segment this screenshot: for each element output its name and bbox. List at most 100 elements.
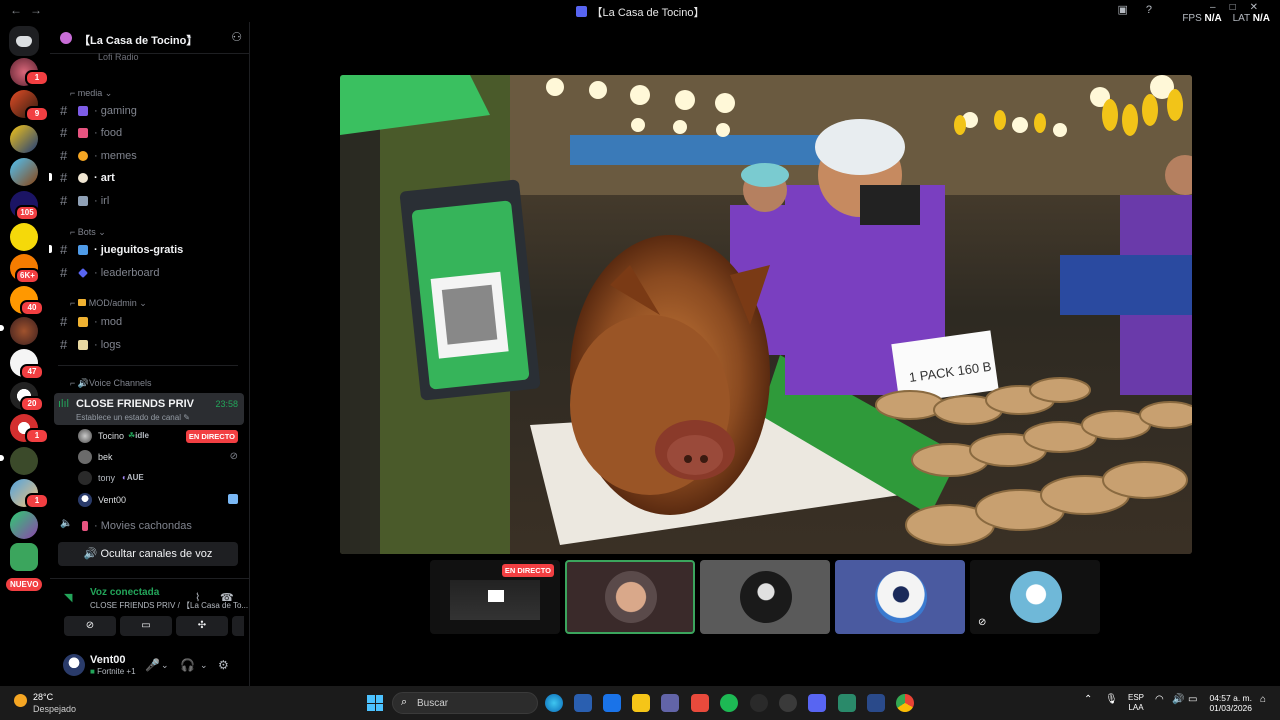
xbox-icon[interactable] (750, 694, 768, 712)
tile-participant[interactable]: ⊘ (970, 560, 1100, 634)
channel-item[interactable]: # · gaming (58, 101, 244, 121)
tray-chevron-up-icon[interactable]: ⌃ (1084, 694, 1092, 705)
unread-badge: 1 (25, 428, 49, 444)
file-explorer-icon[interactable] (632, 694, 650, 712)
inbox-icon[interactable]: ▣ (1117, 4, 1145, 16)
store-icon[interactable] (574, 694, 592, 712)
volume-icon[interactable]: 🔊 (1172, 694, 1184, 705)
notification-icon[interactable]: ⌂ (1260, 694, 1266, 705)
disconnect-icon[interactable]: ☎ (220, 591, 234, 604)
weather-widget[interactable]: 28°C Despejado (12, 692, 82, 716)
username[interactable]: Vent00 (90, 654, 125, 666)
activities-button[interactable]: ✣ (176, 616, 228, 636)
chevron-down-icon[interactable]: ⌄ (161, 660, 169, 671)
voice-user[interactable]: Vent00 (78, 490, 244, 510)
server-icon[interactable] (10, 511, 38, 539)
channel-name: Lofi Radio (98, 52, 139, 62)
server-icon[interactable] (10, 447, 38, 475)
discord-taskbar-icon[interactable] (808, 694, 826, 712)
camera-off-button[interactable]: ⊘ (64, 616, 116, 636)
tile-participant-selected[interactable] (565, 560, 695, 634)
channel-item[interactable]: # · mod (58, 312, 244, 332)
chevron-down-icon[interactable]: ⌄ (200, 660, 208, 671)
voice-connected-title[interactable]: Voz conectada (90, 587, 159, 598)
minimize-button[interactable]: – (1210, 2, 1230, 13)
microphone-icon[interactable]: 🎤 (145, 658, 160, 672)
channel-item[interactable]: # · logs (58, 335, 244, 355)
close-button[interactable]: ✕ (1250, 2, 1272, 13)
tile-participant[interactable] (835, 560, 965, 634)
teams-icon[interactable] (661, 694, 679, 712)
channel-item[interactable]: # · irl (58, 191, 244, 211)
wifi-icon[interactable]: ◠ (1155, 694, 1164, 705)
spotify-icon[interactable] (720, 694, 738, 712)
channel-status[interactable]: Establece un estado de canal ✎ (76, 413, 190, 422)
channel-item[interactable]: # · food (58, 123, 244, 143)
titlebar-icons[interactable]: ▣? (1117, 3, 1170, 16)
hide-voice-channels-button[interactable]: 🔊 Ocultar canales de voz (58, 542, 238, 566)
divider (58, 365, 238, 366)
new-badge: NUEVO (6, 578, 43, 591)
voice-channel-active[interactable]: ılıl CLOSE FRIENDS PRIV 23:58 Establece … (54, 393, 244, 425)
channel-name: · Movies cachondas (94, 520, 192, 532)
server-header[interactable]: 【La Casa de Tocino】 ⌄ ⚇ (50, 22, 250, 54)
outlook-icon[interactable] (603, 694, 621, 712)
activity-tag: ◐AUE (122, 473, 144, 482)
hashtag-icon: # (60, 242, 68, 257)
tile-participant[interactable] (700, 560, 830, 634)
brave-icon[interactable] (691, 694, 709, 712)
voice-user[interactable]: bek ⊘ (78, 447, 244, 467)
category-mod[interactable]: ⌐ MOD/admin ⌄ (70, 298, 147, 309)
channel-item[interactable]: # · memes (58, 146, 244, 166)
activity-tag-text: AUE (126, 473, 144, 482)
server-icon[interactable] (10, 125, 38, 153)
channel-item[interactable]: # · art (49, 168, 244, 188)
voice-user[interactable]: Tocino ☘idle EN DIRECTO (78, 426, 244, 446)
os-taskbar: 28°C Despejado ⌕ Buscar ⌃ 🎙 ESP LAA ◠ 🔊 ▭… (0, 686, 1280, 720)
help-icon[interactable]: ? (1146, 4, 1170, 16)
channel-item[interactable]: # · jueguitos-gratis (49, 240, 244, 260)
soundboard-button[interactable] (232, 616, 244, 636)
battery-icon[interactable]: ▭ (1188, 694, 1197, 705)
server-icon[interactable] (10, 223, 38, 251)
voice-active-icon: ılıl (58, 398, 69, 410)
microphone-tray-icon[interactable]: 🎙 (1105, 694, 1118, 705)
qr-payment-sign (399, 179, 541, 401)
app-icon[interactable] (779, 694, 797, 712)
voice-user[interactable]: tony ◐AUE (78, 468, 244, 488)
edge-icon[interactable] (545, 694, 563, 712)
headphones-icon[interactable]: 🎧 (180, 658, 195, 672)
direct-messages-button[interactable] (9, 26, 39, 56)
app-icon[interactable] (867, 694, 885, 712)
screen-share-button[interactable]: ▭ (120, 616, 172, 636)
search-box[interactable]: ⌕ Buscar (392, 692, 538, 714)
category-media[interactable]: ⌐ media ⌄ (70, 88, 112, 99)
channel-status-text: Establece un estado de canal (76, 413, 181, 422)
pencil-icon: ✎ (183, 413, 190, 422)
noise-suppression-icon[interactable]: ⌇ (195, 591, 200, 604)
server-icon[interactable] (10, 158, 38, 186)
language-indicator[interactable]: ESP LAA (1128, 693, 1144, 713)
chevron-down-icon[interactable]: ⌄ (185, 31, 193, 42)
add-member-icon[interactable]: ⚇ (231, 30, 242, 44)
stream-video[interactable]: 1 PACK 160 B (340, 75, 1192, 554)
voice-channel-item[interactable]: 🔈 · Movies cachondas (58, 516, 244, 536)
tile-stream-preview[interactable]: EN DIRECTO (430, 560, 560, 634)
window-controls[interactable]: –□✕ (1210, 2, 1272, 13)
voice-user-name: Tocino (98, 431, 125, 441)
system-clock[interactable]: 04:57 a. m. 01/03/2026 (1204, 693, 1252, 713)
chrome-icon[interactable] (896, 694, 914, 712)
channel-item[interactable]: Lofi Radio (58, 52, 244, 72)
signal-icon[interactable]: ◥ (64, 591, 72, 604)
start-button[interactable] (367, 695, 383, 711)
channel-item[interactable]: # · leaderboard (58, 263, 244, 283)
avatar[interactable] (63, 654, 85, 676)
server-icon[interactable] (10, 317, 38, 345)
settings-gear-icon[interactable]: ⚙ (218, 658, 229, 672)
category-voice[interactable]: ⌐ 🔊Voice Channels (70, 378, 152, 389)
maximize-button[interactable]: □ (1230, 2, 1250, 13)
app-icon[interactable] (838, 694, 856, 712)
server-icon[interactable] (10, 543, 38, 571)
category-bots[interactable]: ⌐ Bots ⌄ (70, 227, 106, 238)
server-name[interactable]: 【La Casa de Tocino】 (79, 32, 197, 48)
